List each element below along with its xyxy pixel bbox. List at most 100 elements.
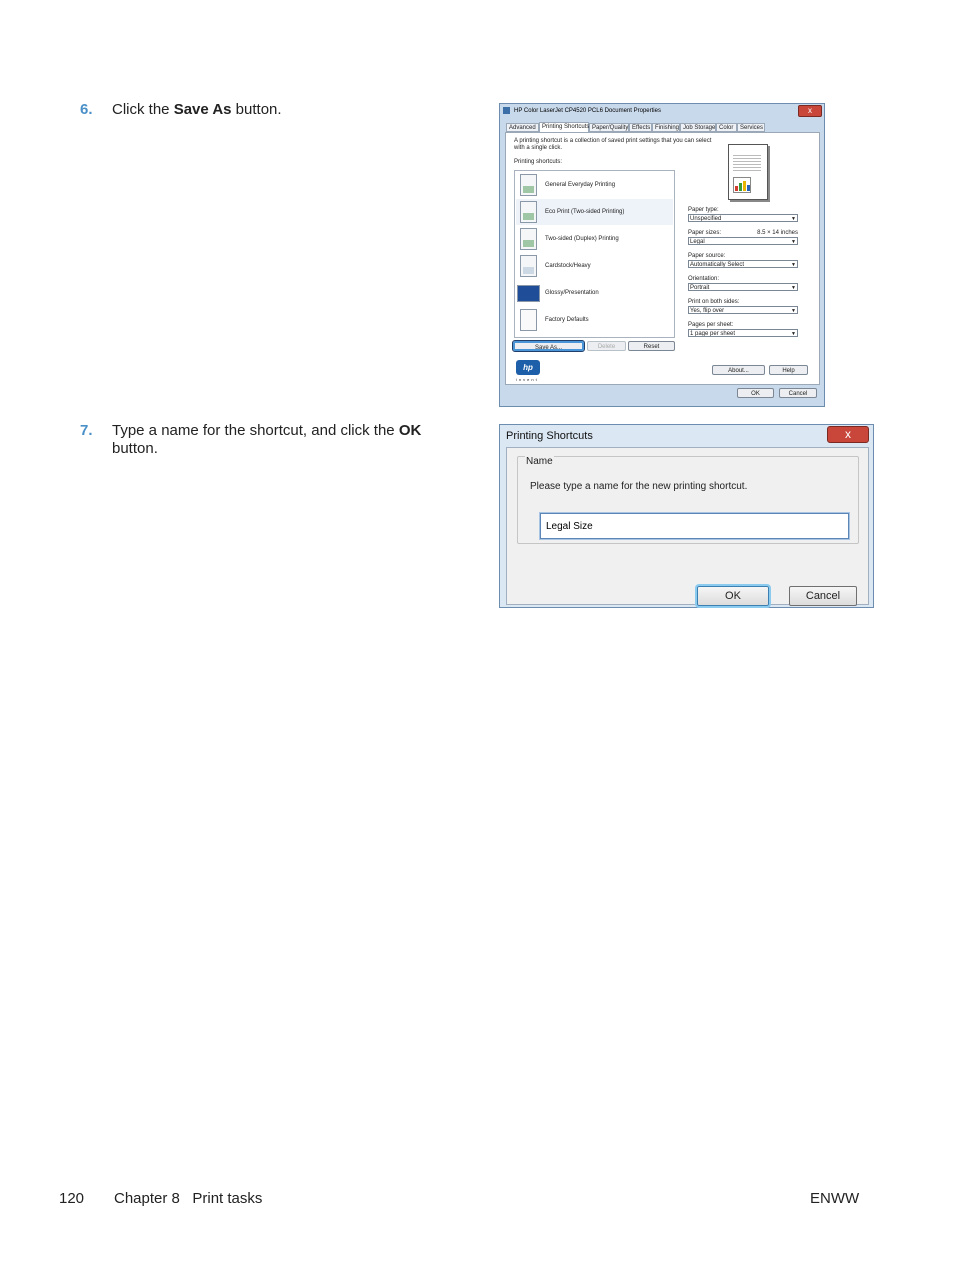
- shortcut-name-field[interactable]: [539, 512, 850, 540]
- printer-icon: [503, 107, 510, 114]
- dropdown-arrow-icon: ▼: [791, 331, 796, 337]
- paper-type-label: Paper type:: [688, 207, 719, 213]
- chapter-title: Chapter 8 Print tasks: [114, 1190, 263, 1207]
- shortcut-description: A printing shortcut is a collection of s…: [514, 138, 712, 151]
- step-bold: OK: [398, 422, 422, 439]
- shortcut-label: Glossy/Presentation: [545, 290, 599, 296]
- shortcuts-label: Printing shortcuts:: [514, 159, 563, 165]
- shortcut-item[interactable]: Glossy/Presentation: [516, 280, 673, 306]
- close-icon: x: [808, 106, 812, 115]
- shortcut-label: General Everyday Printing: [545, 182, 616, 188]
- paper-source-label: Paper source:: [688, 253, 726, 259]
- page-preview-icon: [728, 144, 768, 200]
- footer-right-label: ENWW: [810, 1190, 860, 1207]
- pages-per-sheet-select[interactable]: 1 page per sheet ▼: [688, 329, 798, 337]
- dialog-body: Name Please type a name for the new prin…: [506, 447, 869, 608]
- help-button[interactable]: Help: [769, 365, 808, 375]
- hp-tagline: invent: [516, 377, 539, 382]
- tab-color[interactable]: Color: [716, 123, 737, 132]
- close-button[interactable]: x: [798, 105, 822, 117]
- preview-bar: [747, 185, 750, 191]
- step-6: 6. Click the Save As button.: [80, 101, 282, 119]
- name-group: Name Please type a name for the new prin…: [517, 456, 859, 544]
- settings-summary: Paper type: Unspecified ▼ Paper sizes: 8.5…: [688, 207, 798, 345]
- paper-size-dimensions: 8.5 × 14 inches: [757, 230, 798, 236]
- paper-type-select[interactable]: Unspecified ▼: [688, 214, 798, 222]
- shortcut-name-input[interactable]: [541, 514, 848, 538]
- shortcut-label: Two-sided (Duplex) Printing: [545, 236, 619, 242]
- both-sides-select[interactable]: Yes, flip over ▼: [688, 306, 798, 314]
- shortcut-item[interactable]: Eco Print (Two-sided Printing): [516, 199, 673, 225]
- paper-type-value: Unspecified: [690, 216, 722, 222]
- reset-button[interactable]: Reset: [628, 341, 675, 351]
- delete-button[interactable]: Delete: [587, 341, 626, 351]
- dialog-titlebar: HP Color LaserJet CP4520 PCL6 Document P…: [500, 104, 824, 118]
- shortcut-item[interactable]: Cardstock/Heavy: [516, 253, 673, 279]
- tab-paper-quality[interactable]: Paper/Quality: [589, 123, 629, 132]
- preview-bar: [739, 183, 742, 191]
- page-number: 120: [59, 1190, 85, 1207]
- ok-button[interactable]: OK: [695, 584, 771, 608]
- cancel-button[interactable]: Cancel: [779, 388, 817, 398]
- paper-sizes-row: Paper sizes: 8.5 × 14 inches: [688, 230, 798, 237]
- name-prompt: Please type a name for the new printing …: [530, 481, 748, 492]
- paper-source-value: Automatically Select: [690, 262, 745, 268]
- shortcut-item[interactable]: Factory Defaults: [516, 307, 673, 333]
- paper-sizes-label: Paper sizes:: [688, 230, 722, 236]
- step-text: Click the: [112, 101, 174, 118]
- preview-bar: [743, 181, 746, 191]
- dropdown-arrow-icon: ▼: [791, 308, 796, 314]
- orientation-select[interactable]: Portrait ▼: [688, 283, 798, 291]
- blank-page-icon: [520, 309, 537, 331]
- shortcut-label: Eco Print (Two-sided Printing): [545, 209, 625, 215]
- shortcut-item[interactable]: Two-sided (Duplex) Printing: [516, 226, 673, 252]
- shortcut-item[interactable]: General Everyday Printing: [516, 172, 673, 198]
- dialog-title: HP Color LaserJet CP4520 PCL6 Document P…: [514, 108, 661, 114]
- paper-source-select[interactable]: Automatically Select ▼: [688, 260, 798, 268]
- ok-button[interactable]: OK: [737, 388, 774, 398]
- duplex-thumbnail-icon: [520, 201, 537, 223]
- dropdown-arrow-icon: ▼: [791, 262, 796, 268]
- shortcut-label: Factory Defaults: [545, 317, 589, 323]
- dropdown-arrow-icon: ▼: [791, 216, 796, 222]
- shortcuts-list: General Everyday Printing Eco Print (Two…: [514, 170, 675, 338]
- both-sides-label: Print on both sides:: [688, 299, 740, 305]
- step-text-end: button.: [231, 101, 282, 118]
- printing-shortcuts-dialog: Printing Shortcuts x Name Please type a …: [499, 424, 874, 608]
- step-text-line2: button.: [112, 440, 158, 457]
- pages-per-sheet-value: 1 page per sheet: [690, 331, 736, 337]
- paper-size-value: Legal: [690, 239, 705, 245]
- paper-size-select[interactable]: Legal ▼: [688, 237, 798, 245]
- step-bold: Save As: [173, 101, 232, 118]
- dropdown-arrow-icon: ▼: [791, 239, 796, 245]
- group-label: Name: [525, 456, 554, 467]
- tab-services[interactable]: Services: [737, 123, 765, 132]
- step-number: 7.: [80, 422, 93, 439]
- cancel-button[interactable]: Cancel: [789, 586, 857, 606]
- tab-job-storage[interactable]: Job Storage: [680, 123, 716, 132]
- tab-panel: A printing shortcut is a collection of s…: [505, 132, 820, 385]
- both-sides-value: Yes, flip over: [690, 308, 725, 314]
- preview-bar: [735, 186, 738, 191]
- about-button[interactable]: About...: [712, 365, 765, 375]
- duplex-thumbnail-icon: [520, 228, 537, 250]
- step-number: 6.: [80, 101, 93, 118]
- document-properties-dialog: HP Color LaserJet CP4520 PCL6 Document P…: [499, 103, 825, 407]
- tab-finishing[interactable]: Finishing: [652, 123, 680, 132]
- step-text: Type a name for the shortcut, and click …: [112, 422, 399, 439]
- pages-per-sheet-label: Pages per sheet:: [688, 322, 734, 328]
- dialog-title: Printing Shortcuts: [506, 430, 593, 442]
- presentation-thumbnail-icon: [517, 285, 540, 302]
- dropdown-arrow-icon: ▼: [791, 285, 796, 291]
- orientation-value: Portrait: [690, 285, 710, 291]
- tab-advanced[interactable]: Advanced: [506, 123, 539, 132]
- save-as-button[interactable]: Save As...: [512, 340, 585, 352]
- shortcut-label: Cardstock/Heavy: [545, 263, 591, 269]
- close-icon: x: [845, 427, 851, 441]
- orientation-label: Orientation:: [688, 276, 720, 282]
- hp-logo: hp: [516, 360, 540, 375]
- close-button[interactable]: x: [827, 426, 869, 443]
- tab-effects[interactable]: Effects: [629, 123, 652, 132]
- cardstock-thumbnail-icon: [520, 255, 537, 277]
- step-7: 7. Type a name for the shortcut, and clic…: [80, 422, 421, 458]
